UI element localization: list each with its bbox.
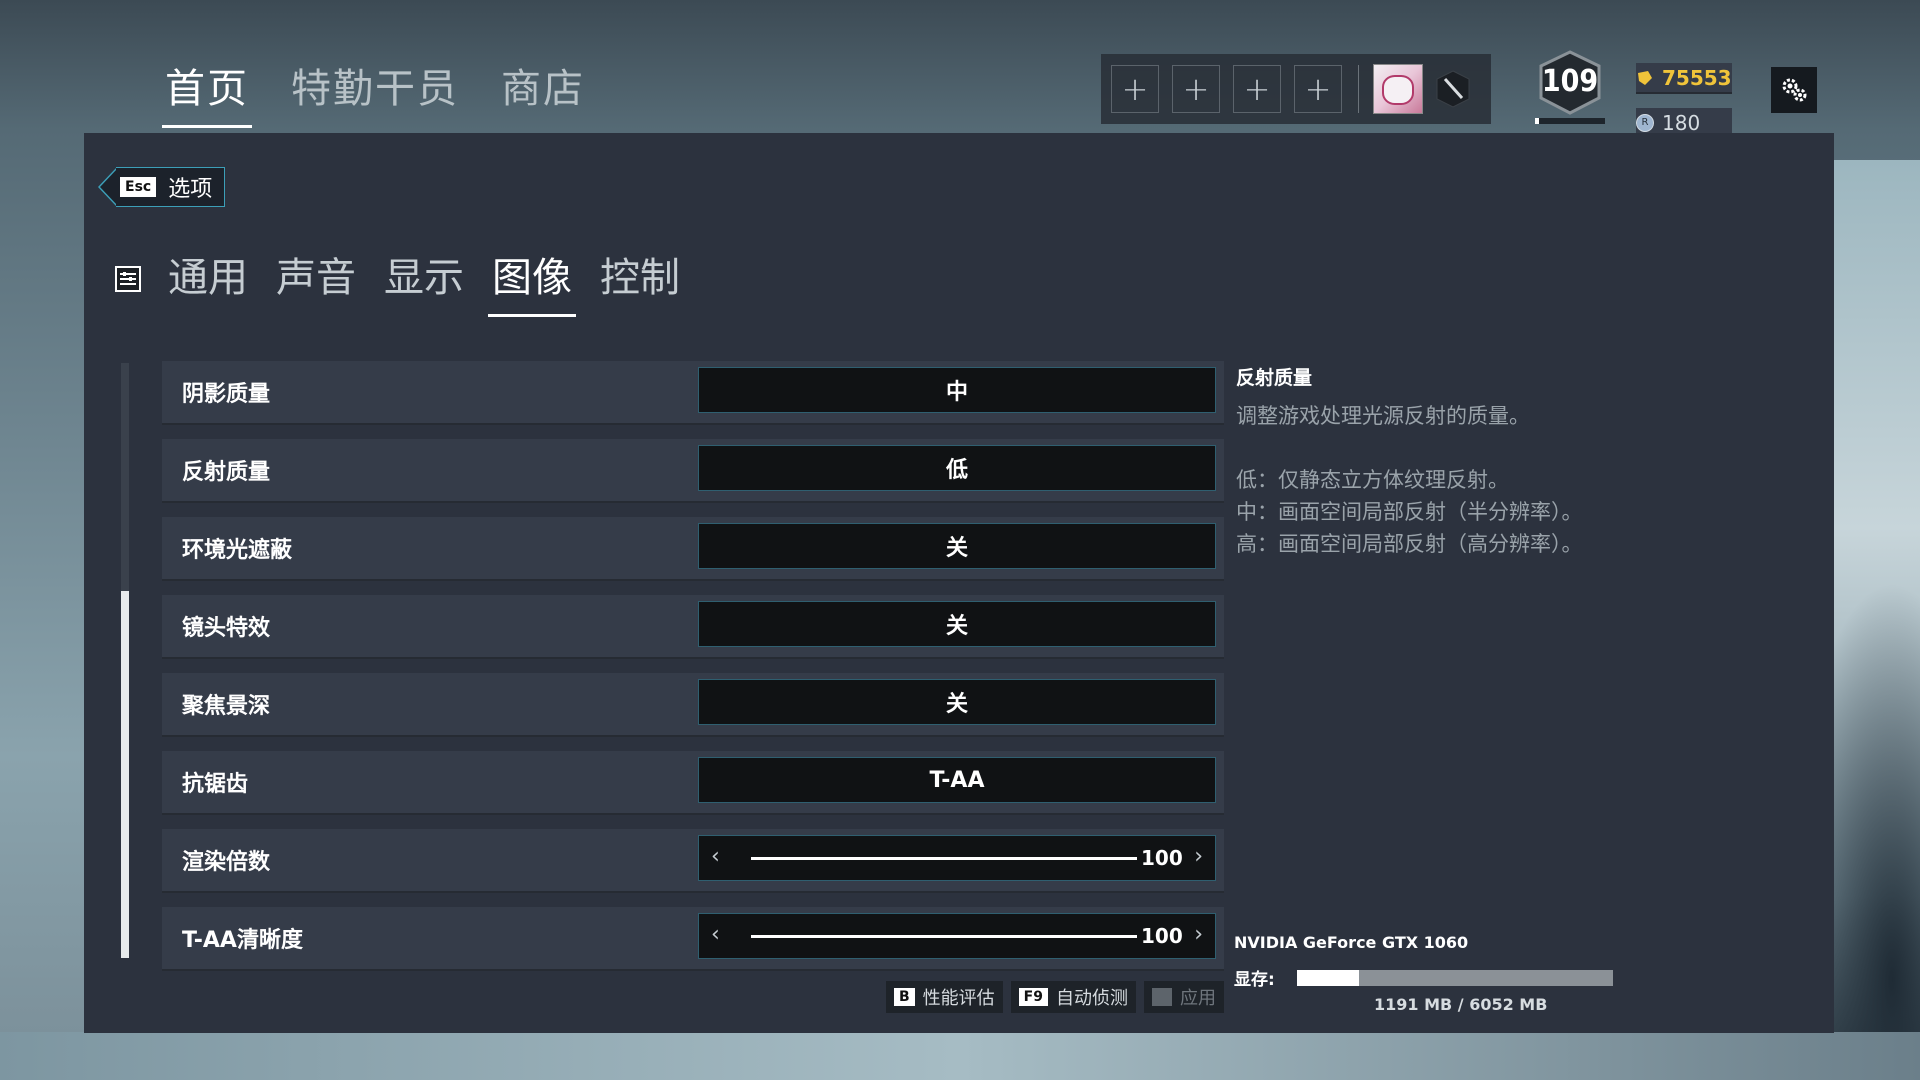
setting-row-anti-aliasing[interactable]: 抗锯齿 T-AA	[162, 751, 1224, 815]
setting-row-taa-sharpness[interactable]: T-AA清晰度 ‹ 100 ›	[162, 907, 1224, 971]
back-arrow-icon	[98, 168, 117, 206]
setting-value-selector[interactable]: 低	[698, 445, 1216, 491]
key-hint: F9	[1018, 988, 1048, 1006]
options-tabs: 通用 声音 显示 图像 控制	[114, 245, 708, 317]
chevron-right-icon[interactable]: ›	[1194, 922, 1203, 947]
level-progress-bar	[1535, 118, 1605, 124]
gpu-name: NVIDIA GeForce GTX 1060	[1234, 933, 1469, 952]
setting-label: 环境光遮蔽	[182, 538, 293, 563]
slider-track[interactable]	[751, 935, 1137, 938]
player-avatar[interactable]	[1373, 64, 1423, 114]
squad-invite-slot-3[interactable]: +	[1233, 65, 1281, 113]
description-line: 中：画面空间局部反射（半分辨率）。	[1236, 500, 1583, 524]
r6-credits-icon: R	[1636, 113, 1654, 132]
setting-label: 反射质量	[182, 460, 271, 485]
setting-description: 反射质量 调整游戏处理光源反射的质量。 低：仅静态立方体纹理反射。 中：画面空间…	[1236, 363, 1656, 560]
setting-value-selector[interactable]: 关	[698, 523, 1216, 569]
squad-bar: + + + +	[1101, 54, 1491, 124]
slider-value: 100	[1141, 924, 1183, 948]
renown-amount: 75553	[1662, 65, 1732, 90]
setting-value-selector[interactable]: T-AA	[698, 757, 1216, 803]
setting-row-ambient-occlusion[interactable]: 环境光遮蔽 关	[162, 517, 1224, 581]
description-title: 反射质量	[1236, 367, 1313, 389]
back-button[interactable]: Esc 选项	[98, 167, 226, 207]
setting-value-selector[interactable]: 中	[698, 367, 1216, 413]
benchmark-button[interactable]: B 性能评估	[886, 981, 1003, 1013]
tab-audio[interactable]: 声音	[276, 245, 356, 313]
player-level[interactable]: 109	[1535, 50, 1605, 130]
renown-icon	[1638, 70, 1652, 85]
options-panel: Esc 选项 通用 声音 显示 图像 控制 阴影质量 中 反射质量 低 环境光遮…	[84, 133, 1834, 1033]
rank-badge-icon[interactable]	[1433, 69, 1473, 109]
settings-scrollbar[interactable]	[121, 363, 129, 958]
chevron-right-icon[interactable]: ›	[1194, 844, 1203, 869]
action-label: 自动侦测	[1055, 988, 1128, 1009]
setting-label: 抗锯齿	[182, 772, 249, 797]
gear-icon	[1782, 78, 1807, 102]
chevron-left-icon[interactable]: ‹	[711, 844, 720, 869]
squad-invite-slot-4[interactable]: +	[1294, 65, 1342, 113]
description-options: 低：仅静态立方体纹理反射。 中：画面空间局部反射（半分辨率）。 高：画面空间局部…	[1236, 464, 1656, 560]
setting-row-depth-of-field[interactable]: 聚焦景深 关	[162, 673, 1224, 737]
options-title: 选项	[168, 177, 213, 202]
settings-list: 阴影质量 中 反射质量 低 环境光遮蔽 关 镜头特效 关 聚焦景深 关 抗锯齿 …	[162, 361, 1224, 985]
player-level-number: 109	[1541, 64, 1599, 99]
setting-label: 镜头特效	[182, 616, 271, 641]
vram-usage: 显存:	[1234, 965, 1613, 990]
options-menu-icon[interactable]	[114, 265, 142, 293]
slider-track[interactable]	[751, 857, 1137, 860]
render-scaling-slider[interactable]: ‹ 100 ›	[698, 835, 1216, 881]
vram-bar	[1297, 969, 1613, 986]
setting-label: T-AA清晰度	[182, 928, 303, 953]
action-bar: B 性能评估 F9 自动侦测 _ 应用	[886, 981, 1224, 1013]
setting-label: 渲染倍数	[182, 850, 271, 875]
description-line: 高：画面空间局部反射（高分辨率）。	[1236, 532, 1583, 556]
setting-label: 阴影质量	[182, 382, 271, 407]
vram-label: 显存:	[1234, 970, 1275, 990]
key-hint: _	[1151, 988, 1172, 1006]
esc-key-hint: Esc	[120, 177, 157, 197]
chevron-left-icon[interactable]: ‹	[711, 922, 720, 947]
squad-invite-slot-1[interactable]: +	[1111, 65, 1159, 113]
tab-display[interactable]: 显示	[384, 245, 464, 313]
auto-detect-button[interactable]: F9 自动侦测	[1010, 981, 1136, 1013]
squad-invite-slot-2[interactable]: +	[1172, 65, 1220, 113]
tab-controls[interactable]: 控制	[600, 245, 680, 313]
settings-button[interactable]	[1771, 67, 1817, 113]
setting-value-selector[interactable]: 关	[698, 601, 1216, 647]
nav-operators[interactable]: 特勤干员	[291, 56, 459, 124]
setting-value-selector[interactable]: 关	[698, 679, 1216, 725]
scrollbar-thumb[interactable]	[121, 591, 129, 958]
squad-divider	[1358, 65, 1359, 113]
tab-graphics[interactable]: 图像	[488, 245, 576, 317]
setting-row-render-scaling[interactable]: 渲染倍数 ‹ 100 ›	[162, 829, 1224, 893]
description-line: 低：仅静态立方体纹理反射。	[1236, 468, 1509, 492]
taa-sharpness-slider[interactable]: ‹ 100 ›	[698, 913, 1216, 959]
nav-store[interactable]: 商店	[501, 56, 585, 124]
nav-home[interactable]: 首页	[162, 56, 252, 128]
background-bottom-strip	[0, 1032, 1920, 1080]
slider-value: 100	[1141, 846, 1183, 870]
setting-label: 聚焦景深	[182, 694, 271, 719]
key-hint: B	[894, 988, 915, 1006]
main-nav: 首页 特勤干员 商店	[162, 56, 585, 128]
tab-general[interactable]: 通用	[168, 245, 248, 313]
setting-row-lens-effects[interactable]: 镜头特效 关	[162, 595, 1224, 659]
action-label: 性能评估	[922, 988, 995, 1009]
r6-credits-amount: 180	[1662, 110, 1701, 135]
apply-button[interactable]: _ 应用	[1143, 981, 1224, 1013]
description-body: 调整游戏处理光源反射的质量。	[1236, 404, 1530, 428]
setting-row-shadow-quality[interactable]: 阴影质量 中	[162, 361, 1224, 425]
setting-row-reflection-quality[interactable]: 反射质量 低	[162, 439, 1224, 503]
action-label: 应用	[1179, 988, 1216, 1009]
vram-text: 1191 MB / 6052 MB	[1374, 995, 1548, 1014]
